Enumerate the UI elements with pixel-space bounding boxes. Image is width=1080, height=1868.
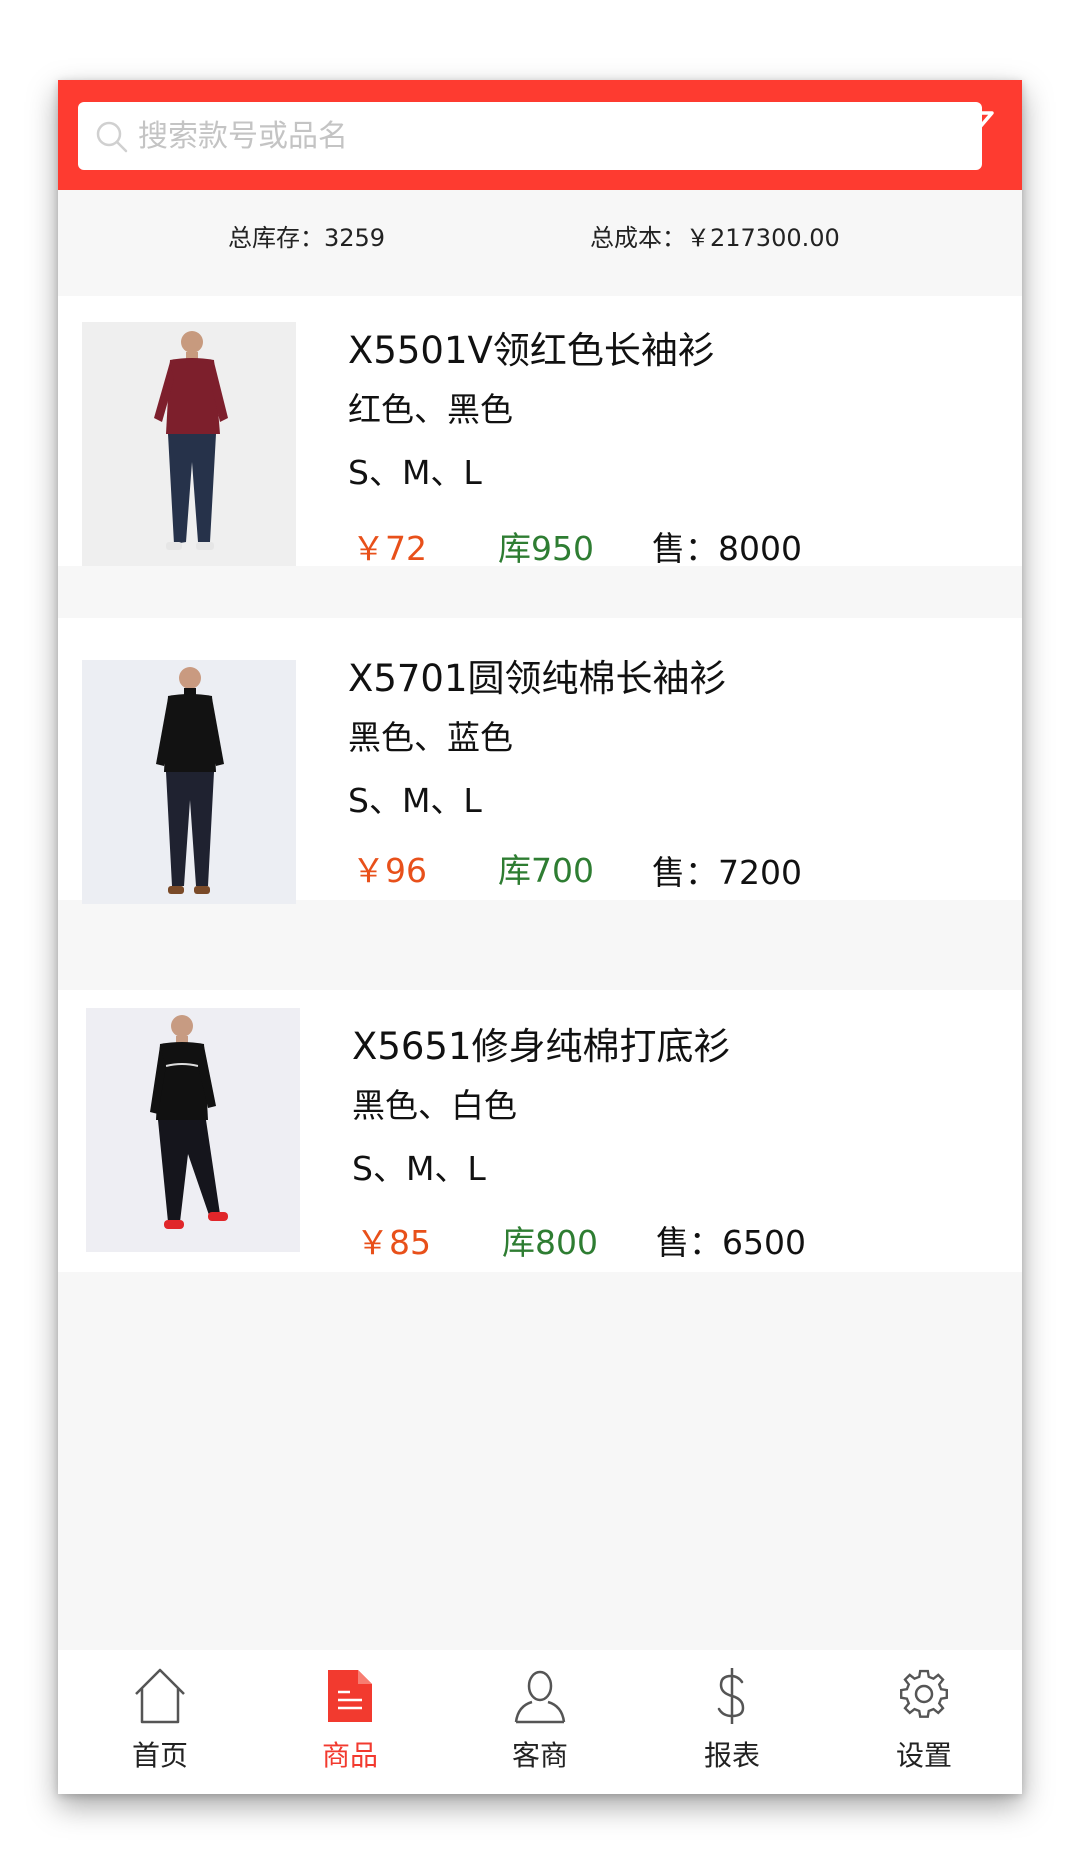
tab-label: 设置: [895, 1739, 952, 1772]
product-sizes: S、M、L: [348, 453, 482, 492]
product-sizes: S、M、L: [348, 781, 482, 820]
product-sold: 售：8000: [652, 529, 802, 568]
tab-clients[interactable]: 客商: [444, 1650, 636, 1794]
product-stock: 库800: [502, 1223, 598, 1262]
product-image: [86, 1008, 300, 1252]
total-cost: 总成本：￥217300.00: [590, 224, 840, 252]
document-icon: [328, 1670, 372, 1722]
header-bar: [58, 80, 1022, 190]
product-price: ￥72: [352, 529, 427, 568]
tab-home[interactable]: 首页: [64, 1650, 256, 1794]
product-stock: 库700: [498, 851, 594, 890]
product-stock: 库950: [498, 529, 594, 568]
tab-reports[interactable]: 报表: [636, 1650, 828, 1794]
bottom-tab-bar: 首页 商品 客商 报表 设置: [58, 1650, 1022, 1794]
product-image: [82, 322, 296, 566]
product-colors: 黑色、蓝色: [348, 718, 513, 757]
tab-label: 客商: [511, 1739, 568, 1772]
search-input[interactable]: [138, 102, 958, 170]
total-stock: 总库存：3259: [228, 224, 386, 252]
product-colors: 黑色、白色: [352, 1086, 517, 1125]
search-icon: [96, 121, 128, 153]
gear-icon: [900, 1669, 948, 1718]
tab-label: 报表: [703, 1739, 760, 1772]
person-icon: [514, 1670, 566, 1724]
home-icon: [135, 1668, 185, 1724]
product-title: X5501V领红色长袖衫: [348, 329, 715, 372]
tab-products[interactable]: 商品: [254, 1650, 446, 1794]
tab-settings[interactable]: 设置: [828, 1650, 1020, 1794]
product-sold: 售：7200: [652, 853, 802, 892]
product-price: ￥96: [352, 851, 427, 890]
product-price: ￥85: [356, 1223, 431, 1262]
filter-icon[interactable]: [942, 108, 996, 160]
tab-label: 首页: [131, 1739, 188, 1772]
inventory-summary: 总库存：3259 总成本：￥217300.00: [58, 190, 1022, 276]
dollar-icon: [717, 1668, 745, 1724]
product-card[interactable]: X5701圆领纯棉长袖衫 黑色、蓝色 S、M、L ￥96 库700 售：7200: [58, 618, 1022, 904]
product-sizes: S、M、L: [352, 1149, 486, 1188]
product-card[interactable]: X5501V领红色长袖衫 红色、黑色 S、M、L ￥72 库950 售：8000: [58, 296, 1022, 568]
product-title: X5651修身纯棉打底衫: [352, 1025, 731, 1068]
tab-label: 商品: [321, 1739, 378, 1772]
product-sold: 售：6500: [656, 1223, 806, 1262]
product-card[interactable]: X5651修身纯棉打底衫 黑色、白色 S、M、L ￥85 库800 售：6500: [58, 990, 1022, 1272]
product-colors: 红色、黑色: [348, 390, 513, 429]
search-box[interactable]: [78, 102, 982, 170]
product-title: X5701圆领纯棉长袖衫: [348, 657, 727, 700]
product-image: [82, 660, 296, 904]
app-screen: 总库存：3259 总成本：￥217300.00 X5501V领红色长袖衫 红色、…: [58, 80, 1022, 1794]
